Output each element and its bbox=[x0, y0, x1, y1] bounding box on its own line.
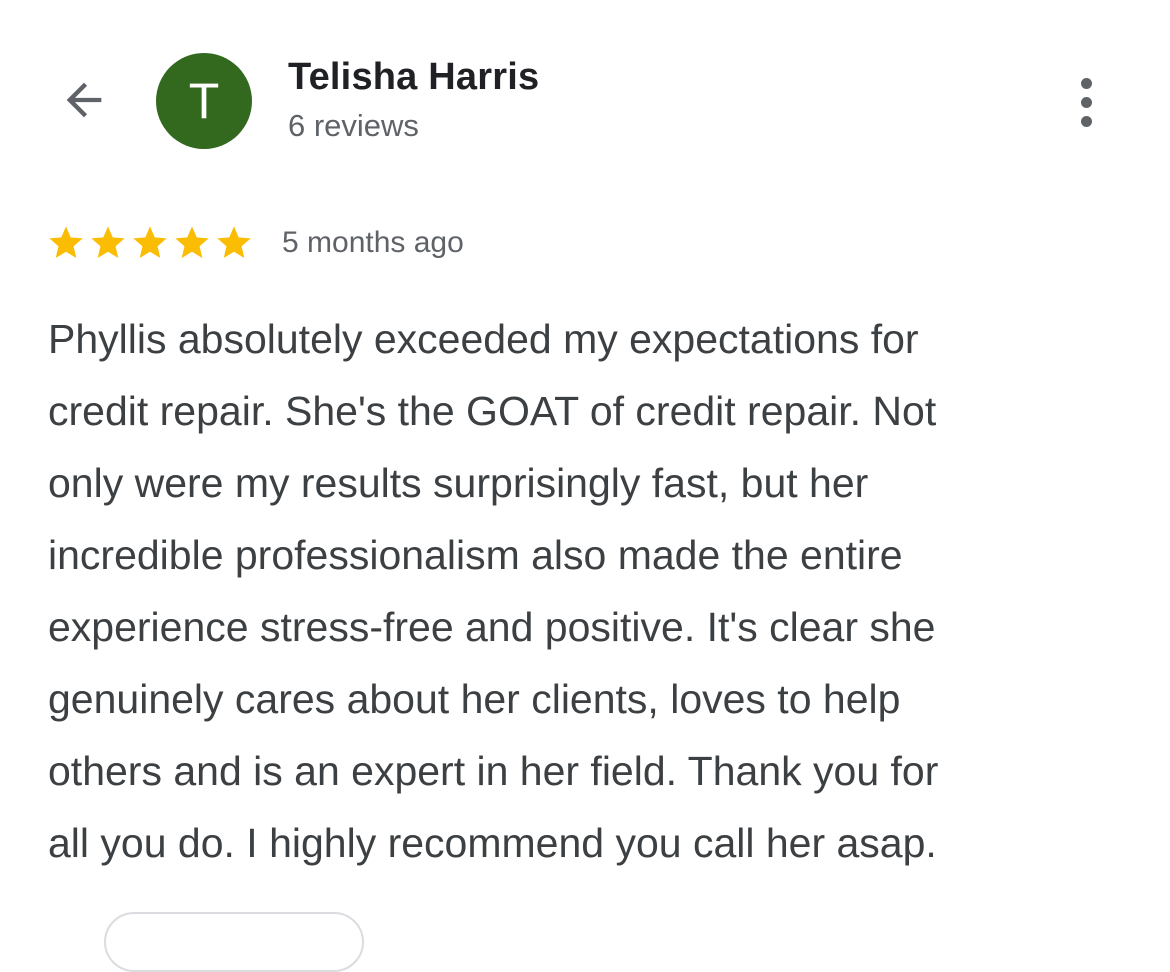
review-date: 5 months ago bbox=[282, 226, 464, 259]
review-count: 6 reviews bbox=[288, 108, 419, 143]
arrow-back-icon bbox=[58, 74, 110, 131]
more-options-button[interactable] bbox=[1058, 70, 1114, 134]
star-icon bbox=[49, 226, 83, 258]
review-text: Phyllis absolutely exceeded my expectati… bbox=[48, 316, 939, 866]
back-button[interactable] bbox=[48, 70, 120, 134]
rating-row: 5 months ago bbox=[46, 220, 464, 266]
like-button[interactable] bbox=[104, 912, 364, 972]
reviewer-name[interactable]: Telisha Harris bbox=[288, 56, 539, 99]
star-icon bbox=[133, 226, 167, 258]
avatar[interactable]: T bbox=[156, 53, 252, 149]
star-rating bbox=[46, 223, 254, 263]
review-header: T Telisha Harris 6 reviews bbox=[0, 0, 1170, 160]
more-vertical-icon bbox=[1080, 77, 1092, 89]
star-icon bbox=[217, 226, 251, 258]
avatar-letter: T bbox=[188, 73, 220, 129]
more-vertical-icon-dot bbox=[1080, 115, 1092, 127]
star-icon bbox=[91, 226, 125, 258]
star-icon bbox=[175, 226, 209, 258]
more-vertical-icon-dot bbox=[1080, 96, 1092, 108]
